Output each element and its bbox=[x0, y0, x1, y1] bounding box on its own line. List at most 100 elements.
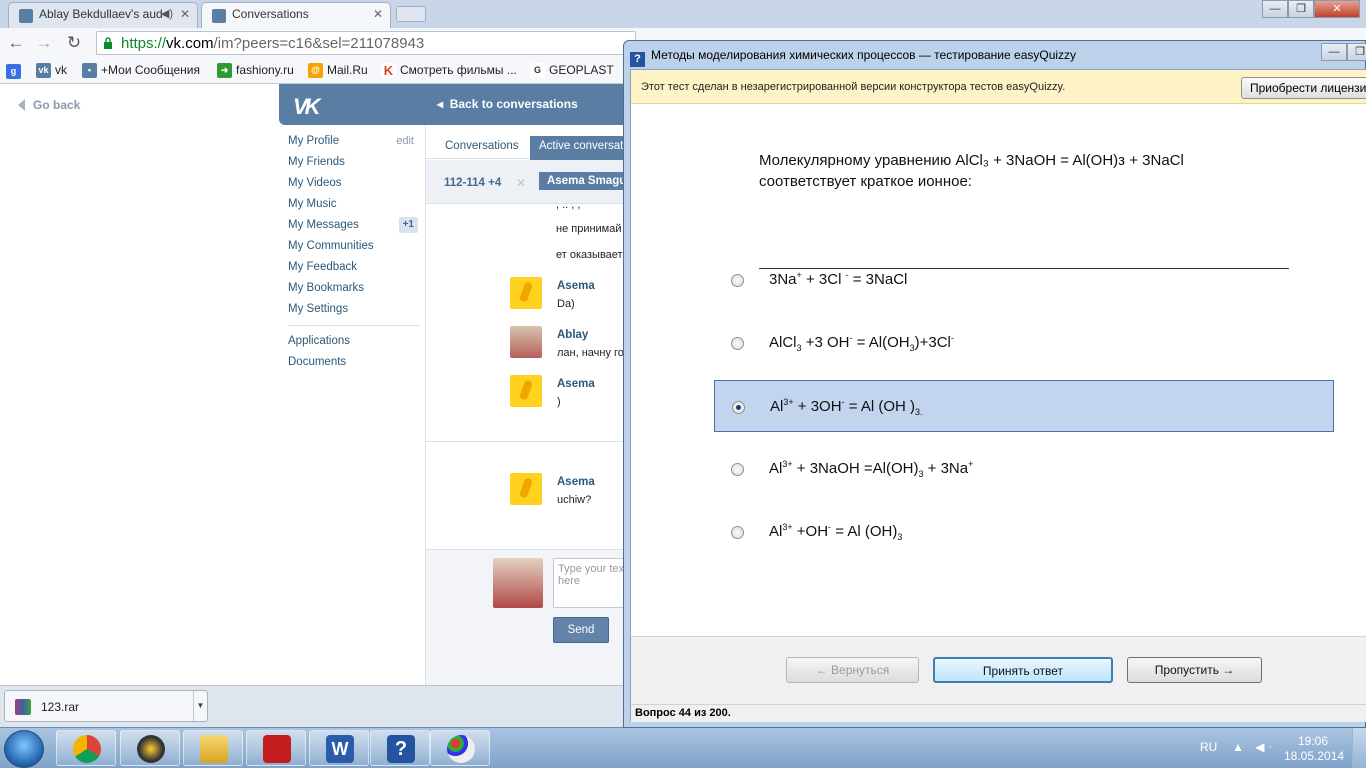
taskbar-explorer[interactable] bbox=[183, 730, 243, 766]
avatar[interactable] bbox=[510, 375, 542, 407]
menu-label: My Friends bbox=[288, 156, 345, 168]
message-author[interactable]: Asema bbox=[557, 280, 595, 292]
maximize-window-button[interactable]: ❐ bbox=[1288, 0, 1314, 18]
kinopoisk-icon: K bbox=[381, 63, 396, 78]
answer-option-1[interactable]: 3Na+ + 3Cl - = 3NaCl bbox=[714, 254, 1334, 306]
radio-button[interactable] bbox=[731, 463, 744, 476]
menu-divider bbox=[288, 325, 420, 326]
browser-tab-audio[interactable]: Ablay Bekdullaev's aud ◀) ✕ bbox=[8, 2, 198, 28]
go-back-link[interactable]: Go back bbox=[18, 98, 80, 112]
menu-label: My Bookmarks bbox=[288, 282, 365, 294]
edit-link[interactable]: edit bbox=[396, 134, 414, 148]
clock[interactable]: 19:06 18.05.2014 bbox=[1284, 734, 1345, 764]
vk-logo-icon: vk bbox=[36, 63, 51, 78]
radio-button[interactable] bbox=[732, 401, 745, 414]
bookmark-geoplast[interactable]: G GEOPLAST bbox=[530, 63, 614, 78]
menu-label: My Videos bbox=[288, 177, 342, 189]
compose-area: Type your text here Send bbox=[426, 549, 629, 685]
buy-license-button[interactable]: Приобрести лицензию bbox=[1241, 77, 1366, 99]
menu-my-videos[interactable]: My Videos bbox=[288, 176, 420, 197]
menu-my-bookmarks[interactable]: My Bookmarks bbox=[288, 281, 420, 302]
bookmark-fashiony[interactable]: ➜ fashiony.ru bbox=[217, 63, 294, 78]
peer-name-tab[interactable]: Asema Smagulova bbox=[539, 172, 629, 190]
radio-button[interactable] bbox=[731, 337, 744, 350]
question-counter: Вопрос 44 из 200. bbox=[631, 704, 1366, 722]
skip-button[interactable]: Пропустить → bbox=[1127, 657, 1262, 683]
message-author[interactable]: Ablay bbox=[557, 329, 588, 341]
bookmark-label: fashiony.ru bbox=[236, 63, 294, 77]
message-author[interactable]: Asema bbox=[557, 378, 595, 390]
bookmark-films[interactable]: K Смотреть фильмы ... bbox=[381, 63, 517, 78]
taskbar-paint[interactable] bbox=[430, 730, 490, 766]
clock-date: 18.05.2014 bbox=[1284, 749, 1345, 763]
back-to-conversations-link[interactable]: ◂ Back to conversations bbox=[437, 97, 578, 111]
quiz-minimize-button[interactable]: — bbox=[1321, 43, 1347, 61]
bookmark-vk[interactable]: vk vk bbox=[36, 63, 67, 78]
menu-applications[interactable]: Applications bbox=[288, 334, 420, 355]
forward-arrow-icon[interactable]: → bbox=[34, 33, 54, 53]
avatar[interactable] bbox=[510, 326, 542, 358]
bookmark-label: vk bbox=[55, 63, 67, 77]
back-arrow-icon[interactable]: ← bbox=[6, 33, 26, 53]
new-tab-button[interactable] bbox=[396, 6, 426, 22]
reload-icon[interactable]: ↻ bbox=[64, 33, 84, 53]
taskbar-word[interactable]: W bbox=[309, 730, 369, 766]
winrar-archive-icon bbox=[15, 699, 31, 715]
menu-label: My Settings bbox=[288, 303, 349, 315]
question-mark-icon: ? bbox=[630, 52, 645, 67]
radio-button[interactable] bbox=[731, 274, 744, 287]
start-button[interactable] bbox=[4, 730, 44, 768]
menu-documents[interactable]: Documents bbox=[288, 355, 420, 376]
aimp-icon bbox=[137, 735, 165, 763]
menu-label: My Feedback bbox=[288, 261, 358, 273]
answer-option-3[interactable]: Al3+ + 3OH- = Al (OH )3. bbox=[714, 380, 1334, 432]
avatar[interactable] bbox=[510, 473, 542, 505]
answer-option-4[interactable]: Al3+ + 3NaOH =Al(OH)3 + 3Na+ bbox=[714, 443, 1334, 495]
answer-option-5[interactable]: Al3+ +OH- = Al (OH)3 bbox=[714, 506, 1334, 558]
back-button[interactable]: ← Вернуться bbox=[786, 657, 919, 683]
answer-label: 3Na+ + 3Cl - = 3NaCl bbox=[769, 270, 908, 288]
menu-my-friends[interactable]: My Friends bbox=[288, 155, 420, 176]
taskbar-acrobat[interactable] bbox=[246, 730, 306, 766]
close-tab-icon[interactable]: ✕ bbox=[373, 7, 383, 21]
bookmark-mailru[interactable]: @ Mail.Ru bbox=[308, 63, 368, 78]
message-input[interactable]: Type your text here bbox=[553, 558, 629, 608]
avatar[interactable] bbox=[510, 277, 542, 309]
menu-my-feedback[interactable]: My Feedback bbox=[288, 260, 420, 281]
taskbar-chrome[interactable] bbox=[56, 730, 116, 766]
google-apps-icon[interactable]: g bbox=[6, 63, 21, 79]
download-item[interactable]: 123.rar ▼ bbox=[4, 690, 208, 722]
question-mark-icon: ? bbox=[387, 735, 415, 763]
menu-my-settings[interactable]: My Settings bbox=[288, 302, 420, 323]
menu-my-messages[interactable]: My Messages +1 bbox=[288, 217, 420, 239]
peer-chat-ids[interactable]: 112-114 +4 bbox=[444, 177, 501, 189]
tray-icons[interactable]: ▲ ◀ᐧ bbox=[1232, 740, 1276, 754]
chevron-down-icon[interactable]: ▼ bbox=[193, 691, 207, 721]
menu-my-profile[interactable]: My Profile edit bbox=[288, 134, 420, 155]
close-tab-icon[interactable]: ✕ bbox=[180, 7, 190, 21]
question-line-1: Молекулярному уравнению AlCl₃ + 3NaOH = … bbox=[759, 152, 1184, 169]
taskbar-easyquizzy[interactable]: ? bbox=[370, 730, 430, 766]
show-desktop-button[interactable] bbox=[1352, 728, 1366, 768]
tab-conversations[interactable]: Conversations bbox=[436, 136, 528, 160]
menu-my-communities[interactable]: My Communities bbox=[288, 239, 420, 260]
quiz-maximize-button[interactable]: ❐ bbox=[1347, 43, 1366, 61]
close-icon[interactable]: ✕ bbox=[516, 176, 526, 190]
my-avatar[interactable] bbox=[493, 558, 543, 608]
minimize-window-button[interactable]: — bbox=[1262, 0, 1288, 18]
taskbar-aimp[interactable] bbox=[120, 730, 180, 766]
radio-button[interactable] bbox=[731, 526, 744, 539]
language-indicator[interactable]: RU bbox=[1200, 740, 1217, 754]
vk-logo[interactable]: VK bbox=[293, 94, 321, 120]
message-author[interactable]: Asema bbox=[557, 476, 595, 488]
browser-tab-conversations[interactable]: Conversations ✕ bbox=[201, 2, 391, 28]
tab-active-conversations[interactable]: Active conversations bbox=[530, 136, 629, 160]
bookmark-my-messages[interactable]: ▪ +Мои Сообщения bbox=[82, 63, 200, 78]
send-button[interactable]: Send bbox=[553, 617, 609, 643]
close-window-button[interactable]: ✕ bbox=[1314, 0, 1360, 18]
address-bar[interactable]: https://vk.com/im?peers=c16&sel=21107894… bbox=[96, 31, 636, 55]
accept-answer-button[interactable]: Принять ответ bbox=[933, 657, 1113, 683]
answer-option-2[interactable]: AlCl3 +3 OH- = Al(OH3)+3Cl- bbox=[714, 317, 1334, 369]
menu-my-music[interactable]: My Music bbox=[288, 197, 420, 218]
message-text: ет оказывает bbox=[556, 249, 623, 261]
